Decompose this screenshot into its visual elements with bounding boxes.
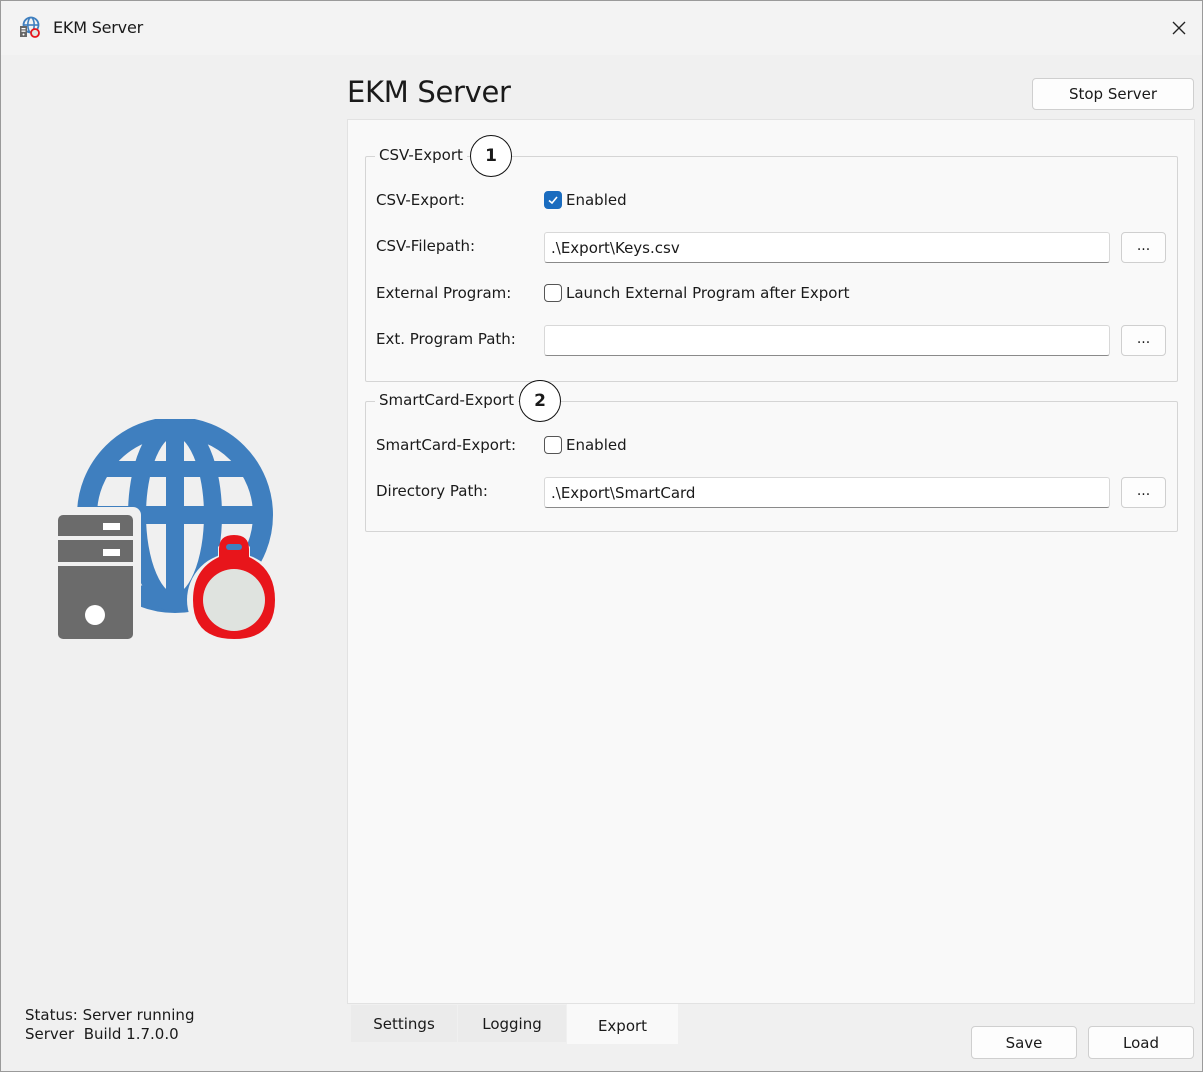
ekm-logo-icon: [53, 419, 281, 645]
csv-export-checkbox[interactable]: Enabled: [544, 191, 627, 209]
ext-program-path-label: Ext. Program Path:: [376, 330, 516, 348]
callout-badge-1: 1: [470, 135, 512, 177]
csv-group-legend: CSV-Export: [375, 146, 467, 164]
csv-filepath-label: CSV-Filepath:: [376, 237, 476, 255]
smartcard-export-checkbox-label: Enabled: [566, 436, 627, 454]
smartcard-group-legend: SmartCard-Export: [375, 391, 518, 409]
callout-badge-2: 2: [519, 380, 561, 422]
launch-external-checkbox[interactable]: Launch External Program after Export: [544, 284, 850, 302]
tab-settings[interactable]: Settings: [351, 1005, 457, 1042]
export-tab-panel: CSV-Export 1 CSV-Export: Enabled CSV-Fil…: [347, 119, 1195, 1004]
smartcard-export-group: SmartCard-Export 2 SmartCard-Export: Ena…: [365, 380, 1178, 532]
csv-export-group: CSV-Export 1 CSV-Export: Enabled CSV-Fil…: [365, 135, 1178, 382]
csv-filepath-input[interactable]: [544, 232, 1110, 263]
csv-export-checkbox-label: Enabled: [566, 191, 627, 209]
build-line: Server Build 1.7.0.0: [25, 1025, 179, 1043]
globe-server-keyfob-icon: [20, 16, 40, 38]
csv-export-label: CSV-Export:: [376, 191, 465, 209]
main-window: EKM Server Status: Server running Server…: [0, 0, 1203, 1072]
ext-program-browse-button[interactable]: ...: [1121, 325, 1166, 356]
status-line: Status: Server running: [25, 1006, 195, 1024]
directory-path-label: Directory Path:: [376, 482, 488, 500]
page-title: EKM Server: [347, 75, 511, 109]
close-button[interactable]: [1156, 1, 1202, 55]
status-area: Status: Server running Server Build 1.7.…: [25, 1006, 194, 1044]
save-button[interactable]: Save: [971, 1026, 1077, 1059]
tab-logging[interactable]: Logging: [458, 1005, 566, 1042]
close-icon: [1172, 21, 1186, 35]
checkbox-unchecked-icon: [544, 436, 562, 454]
checkbox-checked-icon: [544, 191, 562, 209]
load-button[interactable]: Load: [1088, 1026, 1194, 1059]
smartcard-export-label: SmartCard-Export:: [376, 436, 517, 454]
title-bar: EKM Server: [1, 1, 1202, 55]
ext-program-path-input[interactable]: [544, 325, 1110, 356]
external-program-label: External Program:: [376, 284, 512, 302]
csv-filepath-browse-button[interactable]: ...: [1121, 232, 1166, 263]
directory-path-browse-button[interactable]: ...: [1121, 477, 1166, 508]
tab-export[interactable]: Export: [567, 1004, 678, 1044]
smartcard-export-checkbox[interactable]: Enabled: [544, 436, 627, 454]
window-title: EKM Server: [53, 18, 143, 37]
directory-path-input[interactable]: [544, 477, 1110, 508]
stop-server-button[interactable]: Stop Server: [1032, 78, 1194, 110]
checkbox-unchecked-icon: [544, 284, 562, 302]
launch-external-checkbox-label: Launch External Program after Export: [566, 284, 850, 302]
